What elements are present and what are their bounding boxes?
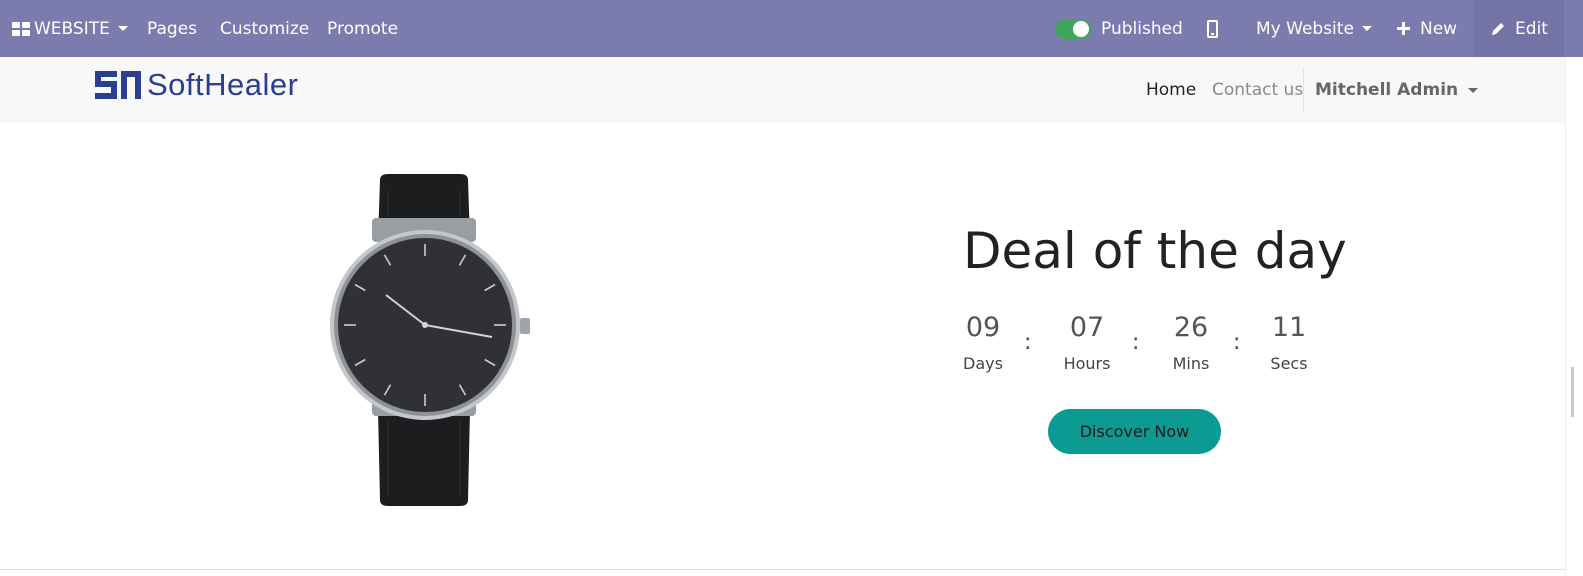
section-divider: [0, 569, 1565, 570]
scrollbar-thumb[interactable]: [1571, 367, 1574, 417]
pencil-icon: [1492, 22, 1505, 35]
user-menu[interactable]: Mitchell Admin: [1315, 57, 1479, 123]
toggle-switch-icon: [1055, 18, 1091, 39]
new-button[interactable]: New: [1397, 0, 1457, 57]
deal-title: Deal of the day: [963, 222, 1347, 280]
chevron-down-icon: [1468, 87, 1479, 93]
countdown-hours-value: 07: [1069, 312, 1105, 343]
watch-image: [330, 174, 530, 506]
countdown-secs-label: Secs: [1270, 354, 1308, 373]
countdown-separator: :: [1024, 330, 1032, 355]
chevron-down-icon: [117, 26, 128, 31]
nav-home[interactable]: Home: [1146, 57, 1196, 123]
nav-divider: [1303, 67, 1304, 113]
logo-text: SoftHealer: [147, 67, 299, 102]
page-scrollbar[interactable]: [1565, 57, 1583, 576]
site-logo[interactable]: SoftHealer: [95, 67, 298, 103]
discover-now-button[interactable]: Discover Now: [1048, 409, 1221, 454]
admin-navbar: WEBSITE Pages Customize Promote Publishe…: [0, 0, 1583, 57]
app-label: WEBSITE: [34, 18, 110, 39]
site-header: SoftHealer Home Contact us Mitchell Admi…: [0, 57, 1565, 123]
countdown-hours-label: Hours: [1063, 354, 1111, 373]
countdown-mins-value: 26: [1173, 312, 1209, 343]
mobile-preview-button[interactable]: [1207, 0, 1218, 57]
apps-grid-icon: [12, 21, 30, 36]
plus-icon: [1397, 22, 1410, 35]
mobile-phone-icon: [1207, 19, 1218, 38]
countdown-separator: :: [1233, 330, 1241, 355]
countdown-secs-value: 11: [1271, 312, 1307, 343]
menu-pages[interactable]: Pages: [147, 0, 197, 57]
website-switcher[interactable]: My Website: [1256, 0, 1372, 57]
published-toggle[interactable]: Published: [1055, 0, 1183, 57]
edit-label: Edit: [1515, 18, 1548, 39]
softhealer-logo-icon: [95, 71, 141, 99]
website-switcher-label: My Website: [1256, 18, 1354, 39]
user-name: Mitchell Admin: [1315, 80, 1459, 100]
countdown-separator: :: [1132, 330, 1140, 355]
chevron-down-icon: [1361, 26, 1372, 31]
apps-menu-button[interactable]: WEBSITE: [12, 0, 128, 57]
countdown-mins-label: Mins: [1172, 354, 1210, 373]
menu-customize[interactable]: Customize: [220, 0, 309, 57]
edit-button[interactable]: Edit: [1474, 0, 1564, 57]
published-label: Published: [1101, 18, 1183, 39]
menu-promote[interactable]: Promote: [327, 0, 398, 57]
countdown-days-label: Days: [963, 354, 1003, 373]
new-label: New: [1420, 18, 1458, 39]
nav-contact-us[interactable]: Contact us: [1212, 57, 1303, 123]
countdown-days-value: 09: [965, 312, 1001, 343]
